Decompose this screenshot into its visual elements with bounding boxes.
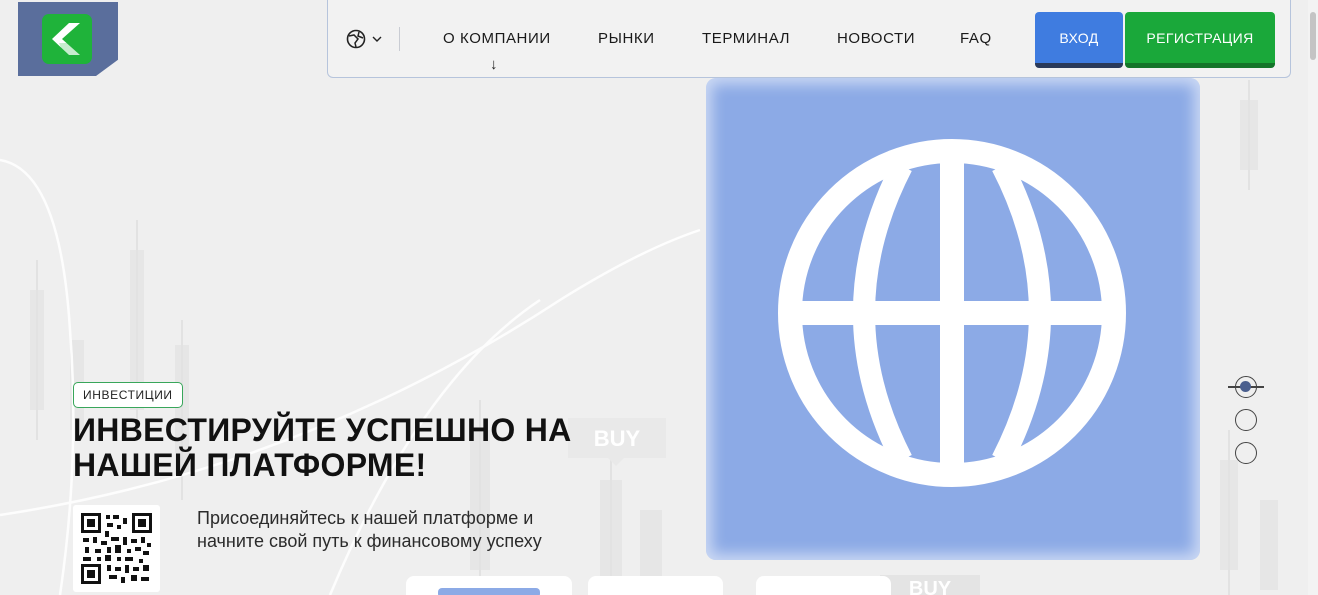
nav-item-faq[interactable]: FAQ: [960, 30, 992, 47]
nav-item-company[interactable]: О КОМПАНИИ: [443, 30, 551, 47]
k-arrow-logo-icon: [52, 23, 80, 55]
feature-card-2[interactable]: [588, 576, 723, 595]
globe-icon: [778, 139, 1126, 487]
nav-item-news[interactable]: НОВОСТИ: [837, 30, 915, 47]
qr-code-icon: [81, 513, 152, 584]
hero-headline-line-2: НАШЕЙ ПЛАТФОРМЕ!: [73, 447, 427, 483]
hero-subtitle: Присоединяйтесь к нашей платформе и начн…: [197, 507, 617, 553]
nav-divider: [399, 27, 400, 51]
top-navbar: О КОМПАНИИ ↓ РЫНКИ ТЕРМИНАЛ НОВОСТИ FAQ …: [327, 0, 1291, 78]
language-selector[interactable]: [346, 27, 398, 51]
scrollbar-thumb[interactable]: [1310, 12, 1316, 60]
login-button[interactable]: ВХОД: [1035, 12, 1123, 68]
slider-dot-1[interactable]: [1235, 376, 1257, 398]
feature-card-1[interactable]: [406, 576, 572, 595]
nav-item-markets[interactable]: РЫНКИ: [598, 30, 655, 47]
hero-headline-line-1: ИНВЕСТИРУЙТЕ УСПЕШНО НА: [73, 412, 572, 448]
chevron-down-icon: [372, 36, 382, 42]
svg-text:BUY: BUY: [594, 426, 641, 451]
hero-subtitle-line-2: начните свой путь к финансовому успеху: [197, 531, 542, 551]
feature-card-3[interactable]: [756, 576, 891, 595]
feature-card-1-image: [438, 588, 540, 595]
globe-icon: [346, 29, 366, 49]
logo-tile: [42, 14, 92, 64]
svg-text:BUY: BUY: [909, 578, 952, 595]
hero-headline: ИНВЕСТИРУЙТЕ УСПЕШНО НА НАШЕЙ ПЛАТФОРМЕ!: [73, 413, 593, 483]
category-badge: ИНВЕСТИЦИИ: [73, 382, 183, 408]
slider-dot-2[interactable]: [1235, 409, 1257, 431]
arrow-down-icon: ↓: [490, 56, 498, 73]
hero-subtitle-line-1: Присоединяйтесь к нашей платформе и: [197, 508, 534, 528]
hero-image: [706, 78, 1200, 560]
page-scrollbar[interactable]: [1308, 0, 1318, 595]
slider-dot-3[interactable]: [1235, 442, 1257, 464]
qr-code: [73, 505, 160, 592]
buy-tag-2: BUY: [880, 575, 980, 595]
register-button[interactable]: РЕГИСТРАЦИЯ: [1125, 12, 1275, 68]
site-logo[interactable]: [18, 2, 118, 76]
nav-item-terminal[interactable]: ТЕРМИНАЛ: [702, 30, 790, 47]
